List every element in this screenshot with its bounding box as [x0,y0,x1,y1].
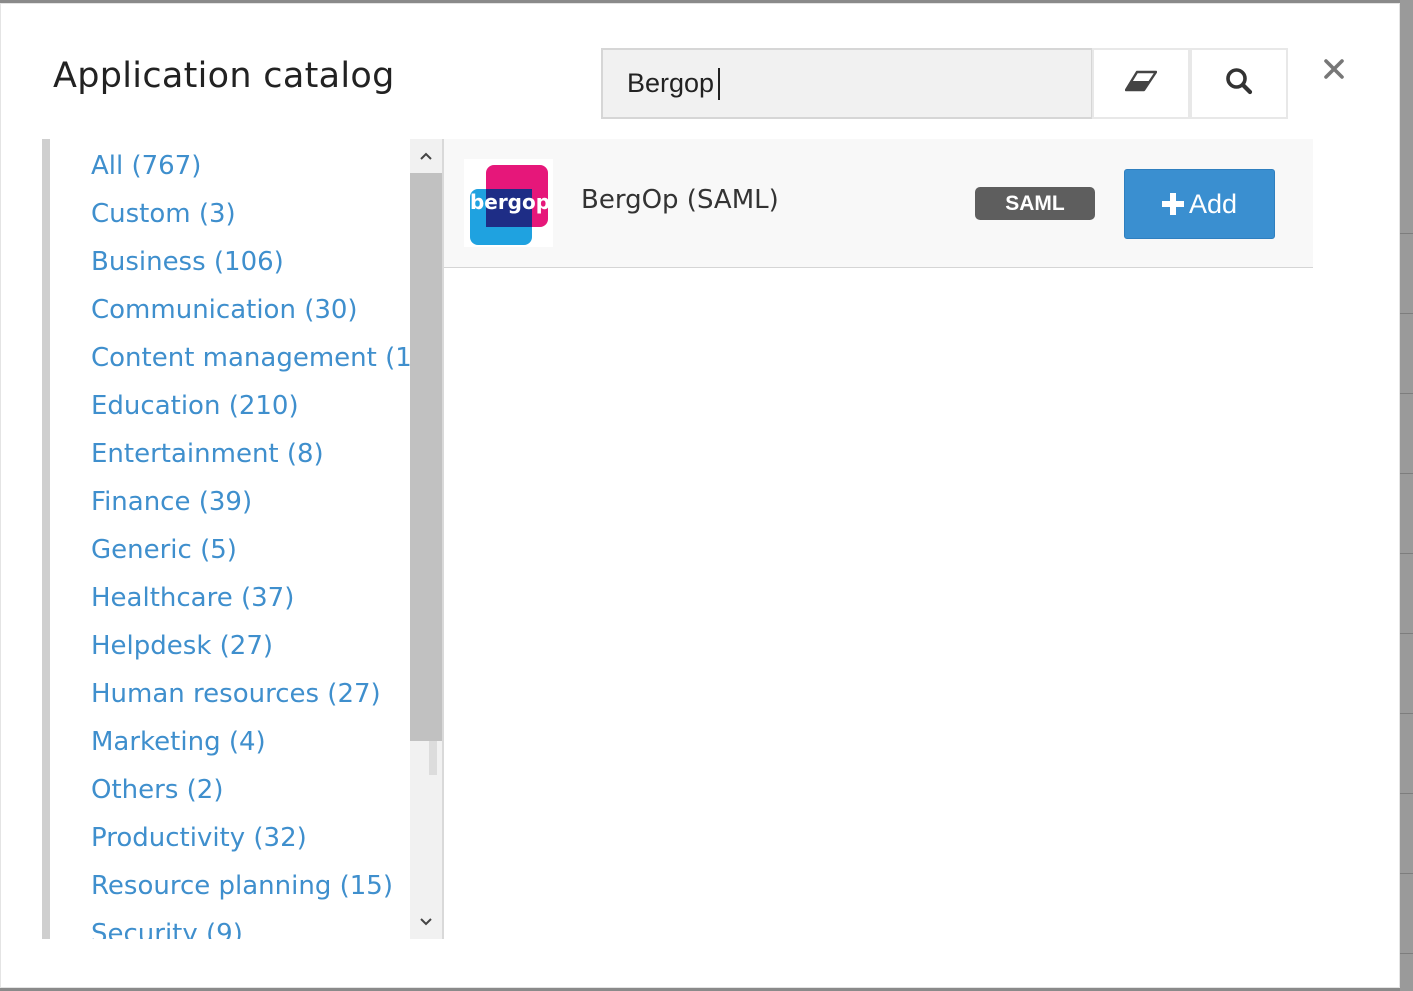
bergop-logo: bergop [464,159,553,247]
scrollbar-track-marker [429,741,437,775]
add-button-label: Add [1188,188,1238,219]
logo-wordmark: bergop [470,190,550,214]
eraser-icon [1124,70,1158,97]
backdrop-divider [1400,793,1413,794]
category-link-custom[interactable]: Custom (3) [91,192,438,240]
clear-search-button[interactable] [1092,48,1190,119]
category-link-productivity[interactable]: Productivity (32) [91,816,438,864]
backdrop-divider [1400,633,1413,634]
plus-icon [1161,193,1184,215]
backdrop-divider [1400,233,1413,234]
category-link-business[interactable]: Business (106) [91,240,438,288]
category-link-security[interactable]: Security (9) [91,912,438,939]
search-icon [1225,67,1253,100]
category-list: All (767) Custom (3) Business (106) Comm… [91,144,438,939]
category-link-helpdesk[interactable]: Helpdesk (27) [91,624,438,672]
scrollbar-thumb[interactable] [410,173,442,741]
backdrop-divider [1400,393,1413,394]
category-scrollbar[interactable] [410,139,442,939]
search-button[interactable] [1190,48,1288,119]
category-link-communication[interactable]: Communication (30) [91,288,438,336]
backdrop-divider [1400,873,1413,874]
protocol-badge: SAML [975,187,1095,220]
modal-title: Application catalog [53,56,395,96]
backdrop-divider [1400,473,1413,474]
backdrop-divider [1400,313,1413,314]
app-result-row: bergop BergOp (SAML) SAML Add [444,139,1313,268]
category-link-content-management[interactable]: Content management (11) [91,336,438,384]
category-link-resource-planning[interactable]: Resource planning (15) [91,864,438,912]
app-name: BergOp (SAML) [581,185,779,215]
search-input[interactable] [601,48,1093,119]
category-link-finance[interactable]: Finance (39) [91,480,438,528]
category-link-human-resources[interactable]: Human resources (27) [91,672,438,720]
backdrop-divider [1400,713,1413,714]
application-catalog-modal: Application catalog All (7 [0,3,1400,988]
results-panel: bergop BergOp (SAML) SAML Add [442,139,1313,939]
backdrop-divider [1400,953,1413,954]
category-link-marketing[interactable]: Marketing (4) [91,720,438,768]
scroll-up-button[interactable] [410,141,442,173]
page-backdrop [1400,0,1413,991]
chevron-up-icon [419,148,433,166]
category-link-others[interactable]: Others (2) [91,768,438,816]
category-link-education[interactable]: Education (210) [91,384,438,432]
scroll-down-button[interactable] [410,907,442,939]
backdrop-divider [1400,553,1413,554]
category-link-entertainment[interactable]: Entertainment (8) [91,432,438,480]
sidebar-rule [42,139,50,939]
category-link-healthcare[interactable]: Healthcare (37) [91,576,438,624]
category-link-generic[interactable]: Generic (5) [91,528,438,576]
close-button[interactable] [1317,54,1351,88]
category-sidebar: All (767) Custom (3) Business (106) Comm… [42,139,442,939]
text-caret [718,68,720,100]
chevron-down-icon [419,914,433,932]
category-link-all[interactable]: All (767) [91,144,438,192]
add-app-button[interactable]: Add [1124,169,1275,239]
close-icon [1323,58,1345,85]
